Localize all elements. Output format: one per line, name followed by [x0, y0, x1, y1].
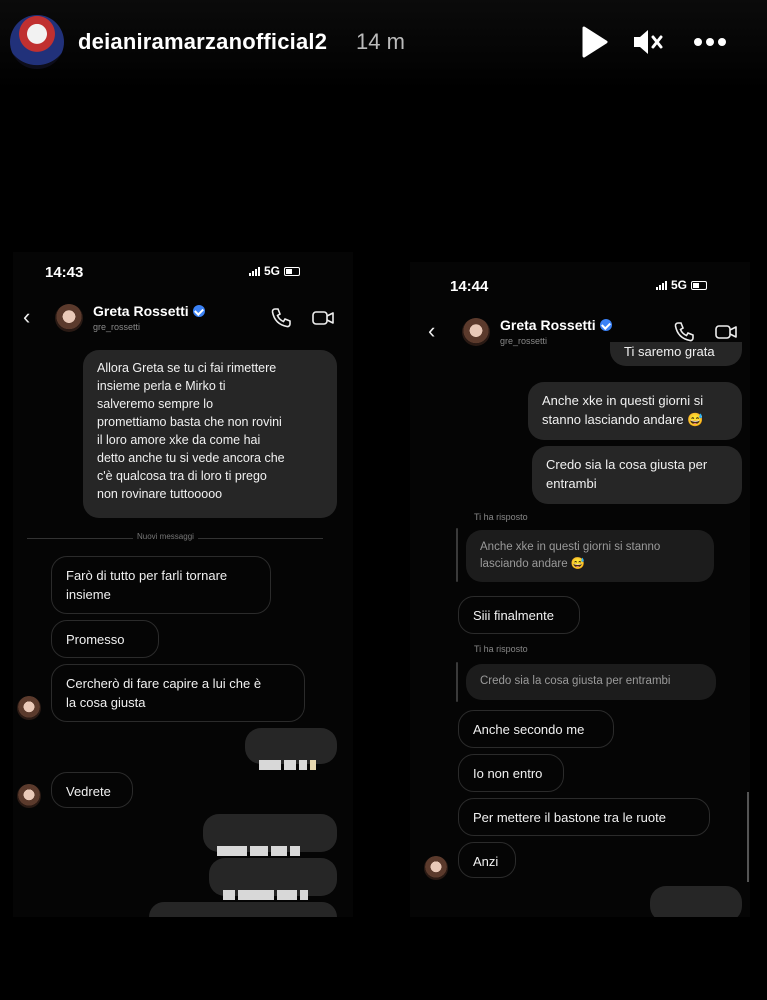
contact-avatar-small	[424, 856, 448, 880]
redacted-text	[259, 760, 316, 770]
contact-name[interactable]: Greta Rossetti	[93, 303, 205, 319]
quote-bar	[456, 528, 458, 582]
mute-icon[interactable]	[628, 22, 668, 62]
battery-icon	[691, 280, 708, 290]
contact-avatar-small	[17, 784, 41, 808]
status-indicators: 5G	[656, 278, 708, 292]
replied-label: Ti ha risposto	[474, 512, 528, 522]
story-header: deianiramarzanofficial2 14 m	[0, 0, 767, 90]
message-received-2: Anche secondo me	[458, 710, 614, 748]
message-sent-1: Anche xke in questi giorni si stanno las…	[528, 382, 742, 440]
message-received-1: Farò di tutto per farli tornare insieme	[51, 556, 271, 614]
message-sent-long: Allora Greta se tu ci fai rimettere insi…	[83, 350, 337, 518]
network-label: 5G	[264, 264, 281, 278]
status-indicators: 5G	[249, 264, 301, 278]
replied-label: Ti ha risposto	[474, 644, 528, 654]
battery-icon	[284, 266, 301, 276]
message-sent-redacted	[650, 886, 742, 917]
contact-avatar[interactable]	[55, 304, 83, 332]
message-sent-redacted	[209, 858, 337, 900]
back-arrow-icon[interactable]: ‹	[428, 318, 435, 344]
quoted-message-1: Anche xke in questi giorni si stanno las…	[466, 530, 714, 582]
message-sent-redacted	[245, 728, 337, 770]
video-call-icon[interactable]	[714, 320, 738, 344]
chat-screenshot-left: 14:43 5G ‹ Greta Rossetti gre_rossetti A…	[13, 252, 353, 917]
phone-icon[interactable]	[269, 306, 293, 330]
contact-name-text: Greta Rossetti	[500, 317, 596, 333]
back-arrow-icon[interactable]: ‹	[23, 304, 30, 330]
message-received-4: Vedrete	[51, 772, 133, 808]
message-sent-cut	[149, 902, 337, 917]
signal-icon	[249, 266, 260, 276]
verified-badge-icon	[599, 319, 612, 331]
status-time: 14:43	[45, 264, 84, 281]
message-received-4: Per mettere il bastone tra le ruote	[458, 798, 710, 836]
contact-handle: gre_rossetti	[93, 322, 141, 332]
phone-icon[interactable]	[672, 320, 696, 344]
message-received-3: Cercherò di fare capire a lui che è la c…	[51, 664, 305, 722]
message-sent-redacted	[203, 814, 337, 856]
profile-avatar[interactable]	[10, 15, 64, 69]
contact-avatar-small	[17, 696, 41, 720]
message-received-5: Anzi	[458, 842, 516, 878]
quoted-message-2: Credo sia la cosa giusta per entrambi	[466, 664, 716, 700]
contact-name-text: Greta Rossetti	[93, 303, 189, 319]
story-username[interactable]: deianiramarzanofficial2	[78, 29, 327, 55]
new-messages-label: Nuovi messaggi	[133, 532, 198, 541]
quote-bar	[456, 662, 458, 702]
verified-badge-icon	[192, 305, 205, 317]
scrollbar[interactable]	[747, 792, 749, 882]
network-label: 5G	[671, 278, 688, 292]
message-sent-cut-top: Ti saremo grata	[610, 342, 742, 366]
contact-name[interactable]: Greta Rossetti	[500, 317, 612, 333]
video-call-icon[interactable]	[311, 306, 335, 330]
chat-screenshot-right: 14:44 5G ‹ Greta Rossetti gre_rossetti T…	[410, 262, 750, 917]
message-received-1: Siii finalmente	[458, 596, 580, 634]
contact-handle: gre_rossetti	[500, 336, 548, 346]
message-sent-2: Credo sia la cosa giusta per entrambi	[532, 446, 742, 504]
message-received-3: Io non entro	[458, 754, 564, 792]
signal-icon	[656, 280, 667, 290]
contact-avatar[interactable]	[462, 318, 490, 346]
status-time: 14:44	[450, 278, 489, 295]
play-icon[interactable]	[574, 22, 614, 62]
more-icon[interactable]	[690, 22, 730, 62]
redacted-text	[223, 890, 308, 900]
redacted-text	[217, 846, 300, 856]
story-time-ago: 14 m	[356, 29, 405, 54]
message-received-2: Promesso	[51, 620, 159, 658]
